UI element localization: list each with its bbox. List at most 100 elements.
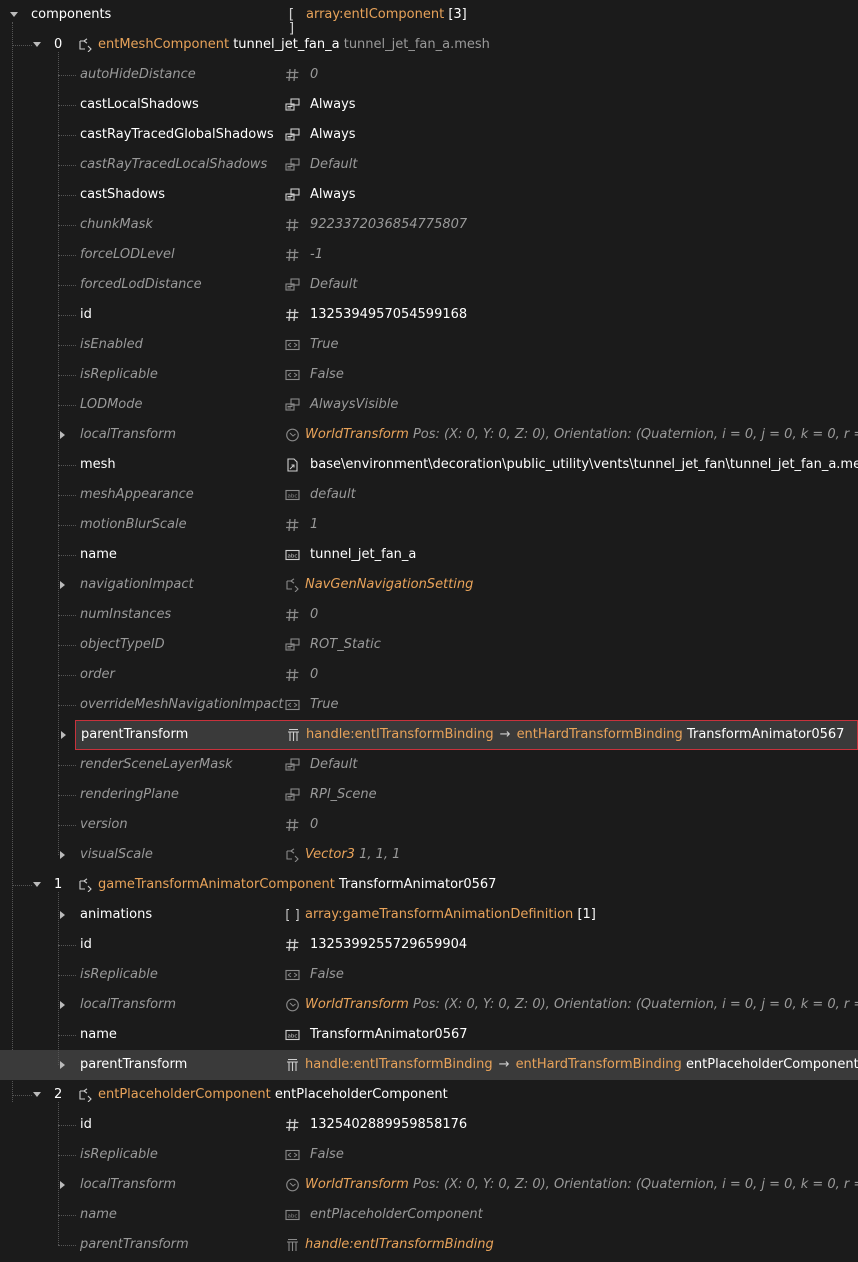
array-icon: [ ]: [288, 7, 295, 37]
tree-guide-line: [58, 795, 76, 796]
chevron-right-icon[interactable]: [60, 1061, 65, 1069]
property-row-parentTransform[interactable]: parentTransform handle:entITransformBindi…: [0, 1230, 858, 1260]
property-value-text: 9223372036854775807: [310, 217, 468, 232]
tree-guide-line: [58, 975, 76, 976]
chevron-right-icon[interactable]: [60, 431, 65, 439]
property-value: Default: [310, 270, 358, 300]
property-type: WorldTransform: [305, 1177, 409, 1192]
component-header-row[interactable]: 0 entMeshComponent tunnel_jet_fan_a tunne…: [0, 30, 858, 60]
chevron-down-icon[interactable]: [33, 1092, 41, 1097]
tree-guide-line: [58, 615, 76, 616]
property-row-order[interactable]: order 0: [0, 660, 858, 690]
property-row-isReplicable[interactable]: isReplicable False: [0, 360, 858, 390]
property-row-mesh[interactable]: mesh base\environment\decoration\public_u…: [0, 450, 858, 480]
property-row-localTransform[interactable]: localTransform WorldTransform Pos: (X: 0,…: [0, 420, 858, 450]
chevron-right-icon[interactable]: [60, 1001, 65, 1009]
transform-icon: [285, 428, 300, 442]
property-row-chunkMask[interactable]: chunkMask 9223372036854775807: [0, 210, 858, 240]
property-row-castLocalShadows[interactable]: castLocalShadows Always: [0, 90, 858, 120]
bool-icon: [285, 1148, 300, 1162]
arrow-right-icon: →: [498, 1057, 510, 1072]
property-row-id[interactable]: id 1325394957054599168: [0, 300, 858, 330]
property-value-text: Default: [310, 157, 358, 172]
property-type: handle:entITransformBinding: [305, 1237, 494, 1252]
enum-icon: [285, 188, 300, 202]
property-row-overrideMeshNavigationImpact[interactable]: overrideMeshNavigationImpact True: [0, 690, 858, 720]
property-name: isEnabled: [80, 337, 143, 352]
property-row-name[interactable]: name abc entPlaceholderComponent: [0, 1200, 858, 1230]
property-name: forceLODLevel: [80, 247, 175, 262]
property-row-isEnabled[interactable]: isEnabled True: [0, 330, 858, 360]
property-row-forcedLodDistance[interactable]: forcedLodDistance Default: [0, 270, 858, 300]
property-row-LODMode[interactable]: LODMode AlwaysVisible: [0, 390, 858, 420]
property-row-objectTypeID[interactable]: objectTypeID ROT_Static: [0, 630, 858, 660]
property-name: parentTransform: [80, 1057, 188, 1072]
property-row-castRayTracedLocalShadows[interactable]: castRayTracedLocalShadows Default: [0, 150, 858, 180]
property-value: handle:entITransformBinding → entHardTrans…: [306, 721, 844, 749]
property-row-isReplicable[interactable]: isReplicable False: [0, 1140, 858, 1170]
tree-guide-line: [58, 255, 76, 256]
property-row-parentTransform[interactable]: parentTransform handle:entITransformBindi…: [0, 1050, 858, 1080]
property-row-navigationImpact[interactable]: navigationImpact NavGenNavigationSetting: [0, 570, 858, 600]
property-row-castShadows[interactable]: castShadows Always: [0, 180, 858, 210]
property-row-autoHideDistance[interactable]: autoHideDistance 0: [0, 60, 858, 90]
property-name: chunkMask: [80, 217, 153, 232]
component-header-row[interactable]: 2 entPlaceholderComponent entPlaceholderC…: [0, 1080, 858, 1110]
tree-guide-line: [58, 1035, 76, 1036]
property-name: numInstances: [80, 607, 172, 622]
chevron-right-icon[interactable]: [60, 581, 65, 589]
enum-icon: [285, 98, 300, 112]
root-count: [3]: [448, 7, 467, 22]
enum-icon: [285, 278, 300, 292]
property-value: WorldTransform Pos: (X: 0, Y: 0, Z: 0), …: [305, 1170, 858, 1200]
transform-icon: [285, 998, 300, 1012]
chevron-right-icon[interactable]: [60, 851, 65, 859]
chevron-right-icon[interactable]: [60, 1181, 65, 1189]
property-row-castRayTracedGlobalShadows[interactable]: castRayTracedGlobalShadows Always: [0, 120, 858, 150]
property-row-meshAppearance[interactable]: meshAppearance abc default: [0, 480, 858, 510]
property-row-animations[interactable]: animations array:gameTransformAnimationDe…: [0, 900, 858, 930]
tree-guide-line: [58, 165, 76, 166]
property-row-numInstances[interactable]: numInstances 0: [0, 600, 858, 630]
property-row-localTransform[interactable]: localTransform WorldTransform Pos: (X: 0,…: [0, 990, 858, 1020]
component-header-row[interactable]: 1 gameTransformAnimatorComponent Transfor…: [0, 870, 858, 900]
property-row-id[interactable]: id 1325399255729659904: [0, 930, 858, 960]
property-row-renderingPlane[interactable]: renderingPlane RPl_Scene: [0, 780, 858, 810]
tree-guide-line: [58, 105, 76, 106]
chevron-down-icon[interactable]: [33, 882, 41, 887]
property-row-isReplicable[interactable]: isReplicable False: [0, 960, 858, 990]
component-name: entPlaceholderComponent: [274, 1087, 448, 1102]
chevron-down-icon[interactable]: [10, 12, 18, 17]
property-row-motionBlurScale[interactable]: motionBlurScale 1: [0, 510, 858, 540]
property-value-text: Default: [310, 757, 358, 772]
chevron-right-icon[interactable]: [61, 731, 66, 739]
property-row-name[interactable]: name abc tunnel_jet_fan_a: [0, 540, 858, 570]
tree-row-components[interactable]: components [ ] array:entIComponent [3]: [0, 0, 858, 37]
property-row-renderSceneLayerMask[interactable]: renderSceneLayerMask Default: [0, 750, 858, 780]
property-row-visualScale[interactable]: visualScale Vector3 1, 1, 1: [0, 840, 858, 870]
property-name: navigationImpact: [80, 577, 194, 592]
property-row-forceLODLevel[interactable]: forceLODLevel -1: [0, 240, 858, 270]
property-name: meshAppearance: [80, 487, 194, 502]
tree-guide-line: [58, 892, 59, 1065]
property-row-localTransform[interactable]: localTransform WorldTransform Pos: (X: 0,…: [0, 1170, 858, 1200]
property-target-type: entHardTransformBinding: [515, 1057, 682, 1072]
property-name: mesh: [80, 457, 116, 472]
tree-guide-line: [58, 405, 76, 406]
property-type: WorldTransform: [305, 997, 409, 1012]
property-row-version[interactable]: version 0: [0, 810, 858, 840]
component-name: TransformAnimator0567: [338, 877, 497, 892]
property-value: tunnel_jet_fan_a: [310, 540, 416, 570]
chevron-down-icon[interactable]: [33, 42, 41, 47]
tree-guide-line: [58, 1245, 76, 1246]
property-type: Vector3: [305, 847, 355, 862]
property-row-name[interactable]: name abc TransformAnimator0567: [0, 1020, 858, 1050]
chevron-right-icon[interactable]: [60, 911, 65, 919]
property-value: base\environment\decoration\public_utili…: [310, 450, 858, 480]
property-value: array:gameTransformAnimationDefinition […: [305, 900, 596, 930]
property-row-parentTransform[interactable]: parentTransform handle:entITransformBindi…: [61, 720, 858, 750]
transform-icon: [285, 1178, 300, 1192]
property-name: parentTransform: [80, 1237, 189, 1252]
property-name: renderingPlane: [80, 787, 179, 802]
property-row-id[interactable]: id 1325402889959858176: [0, 1110, 858, 1140]
